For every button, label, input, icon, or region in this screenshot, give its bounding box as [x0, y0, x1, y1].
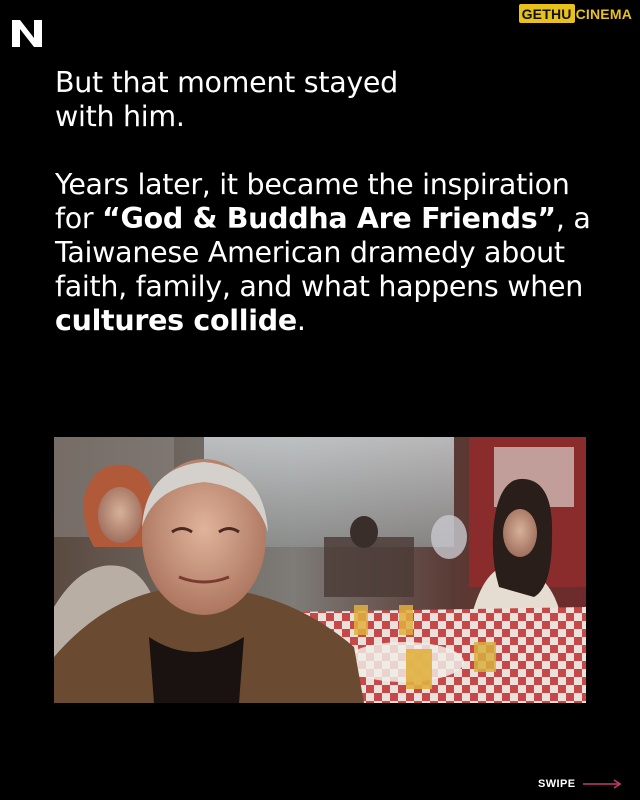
- right-arrow-icon: [583, 779, 622, 789]
- caption-paragraph-1: But that moment stayed with him.: [55, 66, 398, 133]
- brand-watermark: GETHU CINEMA: [518, 4, 632, 23]
- film-title: “God & Buddha Are Friends”: [102, 202, 556, 235]
- caption-text: But that moment stayed with him. Years l…: [55, 66, 615, 338]
- caption-paragraph-2: Years later, it became the inspiration f…: [55, 168, 615, 338]
- caption-emphasis: cultures collide: [55, 304, 297, 337]
- brand-watermark-part2: CINEMA: [575, 5, 632, 22]
- swipe-indicator[interactable]: SWIPE: [538, 778, 623, 790]
- swipe-label: SWIPE: [538, 778, 576, 790]
- brand-watermark-part1: GETHU: [518, 4, 575, 23]
- n-logo-icon: [12, 20, 42, 47]
- caption-segment: .: [296, 304, 306, 337]
- movie-still-image: [54, 437, 586, 703]
